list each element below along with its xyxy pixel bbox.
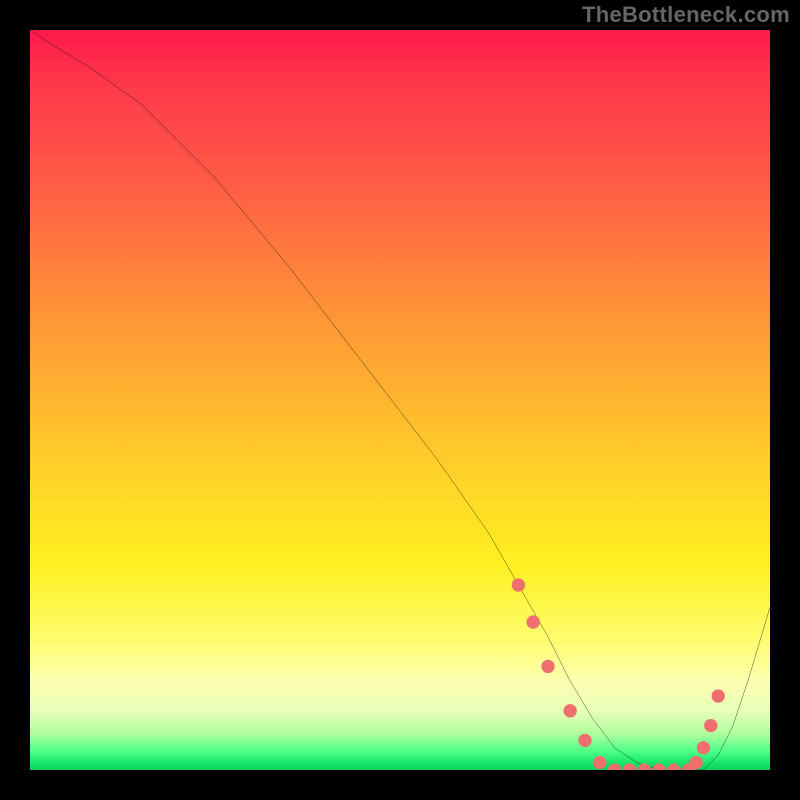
watermark-label: TheBottleneck.com — [582, 2, 790, 28]
marker-dot — [704, 719, 717, 732]
plot-area — [30, 30, 770, 770]
marker-dot — [712, 689, 725, 702]
marker-dot — [512, 578, 525, 591]
marker-dot — [623, 763, 636, 770]
marker-dot — [578, 734, 591, 747]
marker-dots — [512, 578, 725, 770]
marker-dot — [697, 741, 710, 754]
bottleneck-curve — [30, 30, 770, 770]
marker-dot — [564, 704, 577, 717]
marker-dot — [667, 763, 680, 770]
marker-dot — [527, 615, 540, 628]
marker-dot — [541, 660, 554, 673]
marker-dot — [652, 763, 665, 770]
curve-line — [30, 30, 770, 770]
marker-dot — [608, 763, 621, 770]
marker-dot — [593, 756, 606, 769]
marker-dot — [689, 756, 702, 769]
chart-frame: TheBottleneck.com — [0, 0, 800, 800]
marker-dot — [638, 763, 651, 770]
